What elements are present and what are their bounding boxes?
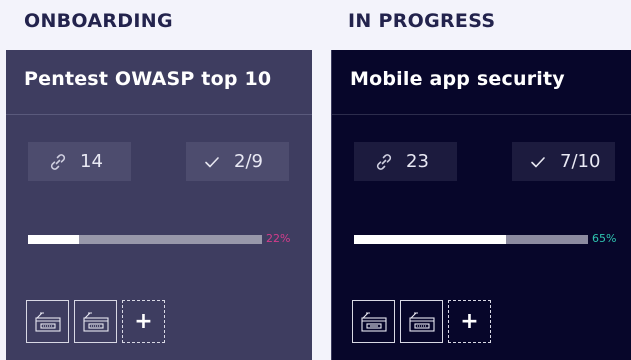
tool-card-icon[interactable] bbox=[26, 300, 69, 343]
card-title[interactable]: Mobile app security bbox=[332, 50, 631, 115]
check-icon bbox=[524, 148, 552, 176]
card-actions: + bbox=[352, 300, 491, 343]
progress-bar bbox=[28, 235, 262, 244]
links-count: 23 bbox=[406, 151, 429, 172]
tool-card-icon[interactable] bbox=[400, 300, 443, 343]
progress-label: 65% bbox=[592, 232, 617, 245]
tasks-stat[interactable]: 2/9 bbox=[186, 142, 289, 181]
link-icon bbox=[370, 148, 398, 176]
tasks-count: 7/10 bbox=[560, 151, 601, 172]
links-stat[interactable]: 14 bbox=[28, 142, 131, 181]
progress-fill bbox=[28, 235, 80, 244]
card-actions: + bbox=[26, 300, 165, 343]
progress-fill bbox=[354, 235, 507, 244]
add-tool-button[interactable]: + bbox=[448, 300, 491, 343]
tool-card-icon[interactable] bbox=[74, 300, 117, 343]
tool-card-icon[interactable] bbox=[352, 300, 395, 343]
link-icon bbox=[44, 148, 72, 176]
project-card-in-progress[interactable]: Mobile app security 23 7/10 65% + bbox=[331, 50, 631, 360]
add-tool-button[interactable]: + bbox=[122, 300, 165, 343]
progress-bar bbox=[354, 235, 588, 244]
card-title[interactable]: Pentest OWASP top 10 bbox=[6, 50, 312, 115]
progress-label: 22% bbox=[266, 232, 291, 245]
tasks-stat[interactable]: 7/10 bbox=[512, 142, 615, 181]
links-count: 14 bbox=[80, 151, 103, 172]
column-title-onboarding: ONBOARDING bbox=[24, 10, 173, 32]
check-icon bbox=[198, 148, 226, 176]
tasks-count: 2/9 bbox=[234, 151, 263, 172]
links-stat[interactable]: 23 bbox=[354, 142, 457, 181]
project-card-onboarding[interactable]: Pentest OWASP top 10 14 2/9 22% + bbox=[6, 50, 312, 360]
column-title-in-progress: IN PROGRESS bbox=[348, 10, 496, 32]
